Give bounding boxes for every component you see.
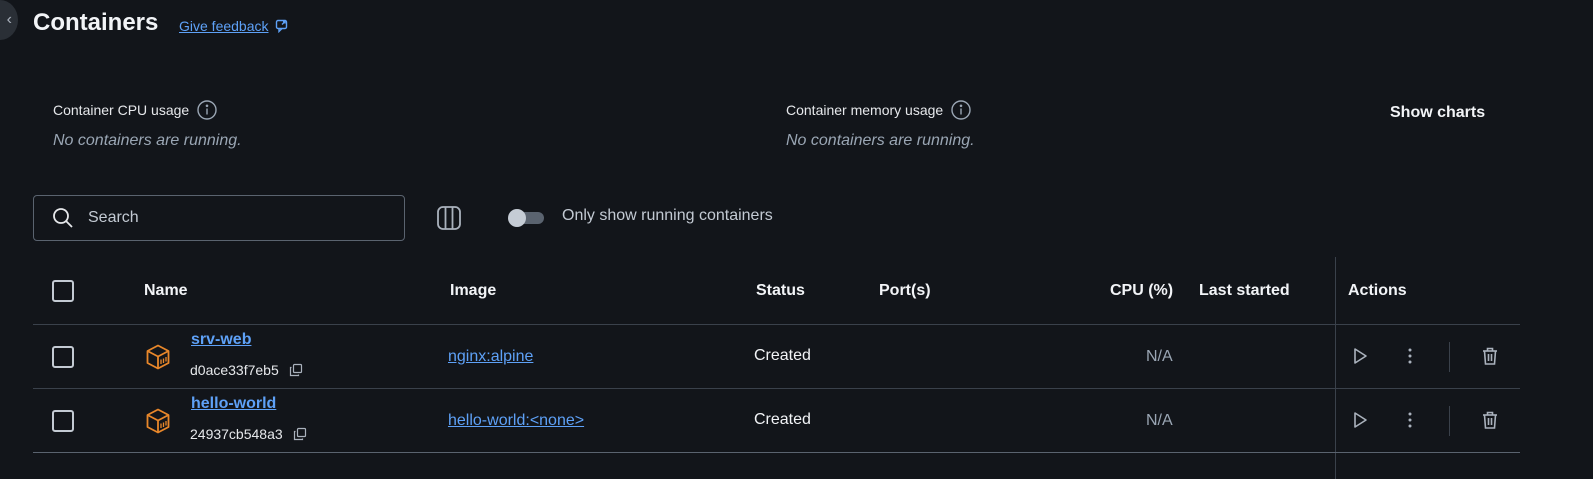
more-vertical-icon[interactable] bbox=[1399, 345, 1421, 367]
table-row[interactable]: srv-web d0ace33f7eb5 nginx:alpine Create… bbox=[33, 325, 1520, 389]
copy-icon[interactable] bbox=[289, 363, 303, 377]
actions-separator bbox=[1449, 406, 1450, 436]
columns-icon[interactable] bbox=[436, 205, 462, 231]
column-header-ports[interactable]: Port(s) bbox=[879, 282, 931, 300]
container-cube-icon bbox=[146, 408, 170, 434]
more-vertical-icon[interactable] bbox=[1399, 409, 1421, 431]
container-image-link[interactable]: nginx:alpine bbox=[448, 348, 533, 366]
select-all-checkbox[interactable] bbox=[52, 280, 74, 302]
container-name-link[interactable]: srv-web bbox=[191, 331, 251, 349]
container-id: 24937cb548a3 bbox=[190, 426, 307, 442]
play-icon[interactable] bbox=[1349, 345, 1371, 367]
container-id-text: 24937cb548a3 bbox=[190, 426, 283, 442]
back-button[interactable]: ‹ bbox=[0, 0, 18, 40]
show-charts-button[interactable]: Show charts bbox=[1390, 104, 1485, 122]
container-cpu: N/A bbox=[1146, 348, 1173, 365]
play-icon[interactable] bbox=[1349, 409, 1371, 431]
column-header-status[interactable]: Status bbox=[756, 282, 805, 300]
column-header-image[interactable]: Image bbox=[450, 282, 496, 300]
container-image-link[interactable]: hello-world:<none> bbox=[448, 412, 584, 430]
container-cpu: N/A bbox=[1146, 412, 1173, 429]
info-icon[interactable] bbox=[951, 100, 971, 120]
trash-icon[interactable] bbox=[1479, 409, 1501, 431]
row-checkbox[interactable] bbox=[52, 346, 74, 368]
cpu-usage-empty-text: No containers are running. bbox=[53, 132, 242, 149]
trash-icon[interactable] bbox=[1479, 345, 1501, 367]
memory-usage-panel: Container memory usage No containers are… bbox=[786, 100, 975, 150]
cpu-usage-panel: Container CPU usage No containers are ru… bbox=[53, 100, 242, 150]
actions-separator bbox=[1449, 342, 1450, 372]
running-only-label: Only show running containers bbox=[562, 207, 773, 224]
column-header-actions: Actions bbox=[1348, 282, 1407, 299]
container-status: Created bbox=[754, 411, 811, 428]
search-field[interactable] bbox=[33, 195, 405, 241]
column-header-name[interactable]: Name bbox=[144, 282, 188, 300]
page-title: Containers bbox=[33, 9, 159, 36]
container-name-link[interactable]: hello-world bbox=[191, 395, 276, 413]
container-id: d0ace33f7eb5 bbox=[190, 362, 303, 378]
toggle-knob bbox=[508, 209, 526, 227]
give-feedback-link[interactable]: Give feedback bbox=[179, 18, 289, 34]
table-row[interactable]: hello-world 24937cb548a3 hello-world:<no… bbox=[33, 389, 1520, 453]
row-checkbox[interactable] bbox=[52, 410, 74, 432]
copy-icon[interactable] bbox=[293, 427, 307, 441]
running-only-toggle[interactable] bbox=[508, 209, 544, 227]
memory-usage-empty-text: No containers are running. bbox=[786, 132, 975, 149]
container-cube-icon bbox=[146, 344, 170, 370]
containers-page: ‹ Containers Give feedback Container CPU… bbox=[0, 0, 1593, 479]
feedback-icon bbox=[275, 19, 287, 33]
memory-usage-label: Container memory usage bbox=[786, 102, 944, 118]
containers-table: Name Image Status Port(s) CPU (%) Last s… bbox=[33, 258, 1520, 453]
feedback-label: Give feedback bbox=[179, 18, 269, 34]
cpu-usage-label: Container CPU usage bbox=[53, 102, 190, 118]
container-id-text: d0ace33f7eb5 bbox=[190, 362, 279, 378]
column-header-last-started[interactable]: Last started bbox=[1199, 282, 1290, 300]
chevron-left-icon: ‹ bbox=[6, 11, 12, 28]
info-icon[interactable] bbox=[197, 100, 217, 120]
search-icon bbox=[53, 208, 73, 228]
search-input[interactable] bbox=[88, 209, 368, 227]
column-header-cpu[interactable]: CPU (%) bbox=[1110, 282, 1173, 300]
table-header: Name Image Status Port(s) CPU (%) Last s… bbox=[33, 258, 1520, 325]
container-status: Created bbox=[754, 347, 811, 364]
